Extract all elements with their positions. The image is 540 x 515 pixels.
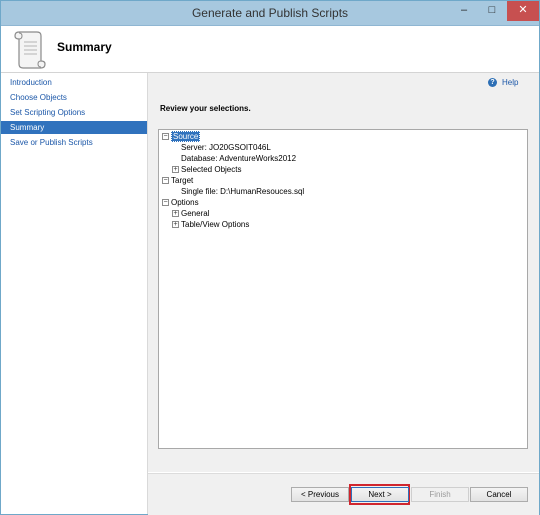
nav-item-summary[interactable]: Summary	[1, 121, 147, 134]
help-link[interactable]: ? Help	[488, 78, 519, 88]
nav-item-set-scripting-options[interactable]: Set Scripting Options	[1, 106, 147, 119]
tree-node-target[interactable]: Target	[171, 175, 193, 186]
nav-item-save-or-publish-scripts[interactable]: Save or Publish Scripts	[1, 136, 147, 149]
tree-node-source[interactable]: Source	[171, 131, 201, 142]
help-icon: ?	[488, 78, 497, 88]
tree-node-selected-objects[interactable]: Selected Objects	[181, 164, 241, 175]
collapse-icon[interactable]: −	[162, 133, 169, 140]
nav-item-choose-objects[interactable]: Choose Objects	[1, 91, 147, 104]
dialog-window: Generate and Publish Scripts – □ ✕ Summa…	[0, 0, 540, 515]
expand-icon[interactable]: +	[172, 210, 179, 217]
scroll-icon	[14, 31, 46, 69]
maximize-button[interactable]: □	[479, 1, 505, 21]
page-header: Summary	[1, 26, 539, 73]
review-heading: Review your selections.	[160, 104, 251, 113]
previous-button[interactable]: < Previous	[291, 487, 349, 502]
summary-tree[interactable]: − Source Server: JO20GSOIT046L Database:…	[158, 129, 528, 449]
tree-node-table-view-options[interactable]: Table/View Options	[181, 219, 249, 230]
collapse-icon[interactable]: −	[162, 177, 169, 184]
tree-node-general[interactable]: General	[181, 208, 209, 219]
tree-node-database[interactable]: Database: AdventureWorks2012	[181, 153, 296, 164]
help-label: Help	[502, 78, 519, 87]
wizard-nav: Introduction Choose Objects Set Scriptin…	[1, 73, 148, 514]
content-panel: ? Help Review your selections. − Source S…	[148, 73, 539, 472]
button-bar: < Previous Next > Finish Cancel	[148, 473, 539, 515]
page-title: Summary	[57, 40, 112, 54]
minimize-button[interactable]: –	[451, 1, 477, 21]
tree-node-server[interactable]: Server: JO20GSOIT046L	[181, 142, 271, 153]
expand-icon[interactable]: +	[172, 221, 179, 228]
cancel-button[interactable]: Cancel	[470, 487, 528, 502]
finish-button[interactable]: Finish	[411, 487, 469, 502]
title-bar: Generate and Publish Scripts – □ ✕	[1, 1, 539, 26]
next-button[interactable]: Next >	[351, 487, 409, 502]
tree-node-single-file[interactable]: Single file: D:\HumanResouces.sql	[181, 186, 304, 197]
close-button[interactable]: ✕	[507, 1, 539, 21]
tree-node-options[interactable]: Options	[171, 197, 199, 208]
nav-item-introduction[interactable]: Introduction	[1, 76, 147, 89]
expand-icon[interactable]: +	[172, 166, 179, 173]
collapse-icon[interactable]: −	[162, 199, 169, 206]
